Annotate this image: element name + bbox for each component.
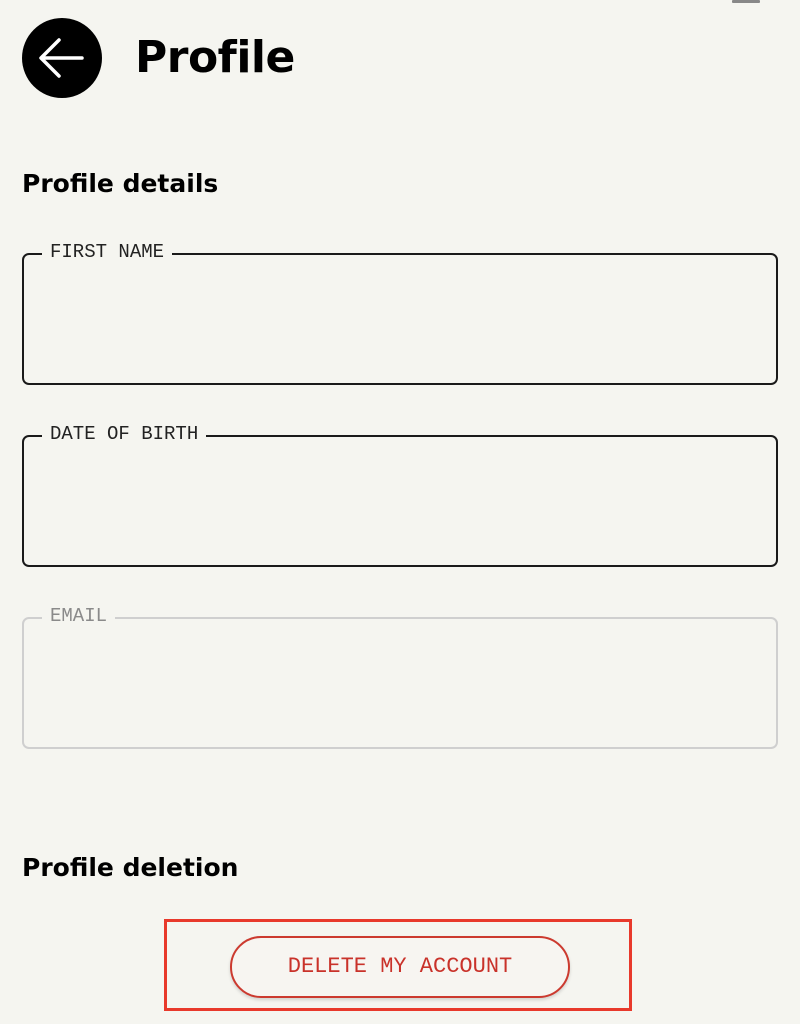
profile-details-heading: Profile details (22, 169, 219, 198)
page-title: Profile (135, 32, 295, 83)
email-label: EMAIL (42, 602, 116, 630)
first-name-input[interactable] (50, 295, 750, 335)
back-button[interactable] (22, 18, 102, 98)
first-name-field[interactable]: FIRST NAME (22, 238, 778, 385)
profile-deletion-heading: Profile deletion (22, 853, 239, 882)
delete-account-button[interactable]: DELETE MY ACCOUNT (230, 936, 570, 998)
arrow-left-icon (39, 38, 84, 78)
email-input (50, 659, 750, 699)
first-name-label: FIRST NAME (42, 238, 173, 266)
status-bar-fragment (738, 0, 760, 3)
date-of-birth-label: DATE OF BIRTH (42, 420, 207, 448)
date-of-birth-input[interactable] (50, 477, 750, 517)
email-field: EMAIL (22, 602, 778, 749)
date-of-birth-field[interactable]: DATE OF BIRTH (22, 420, 778, 567)
